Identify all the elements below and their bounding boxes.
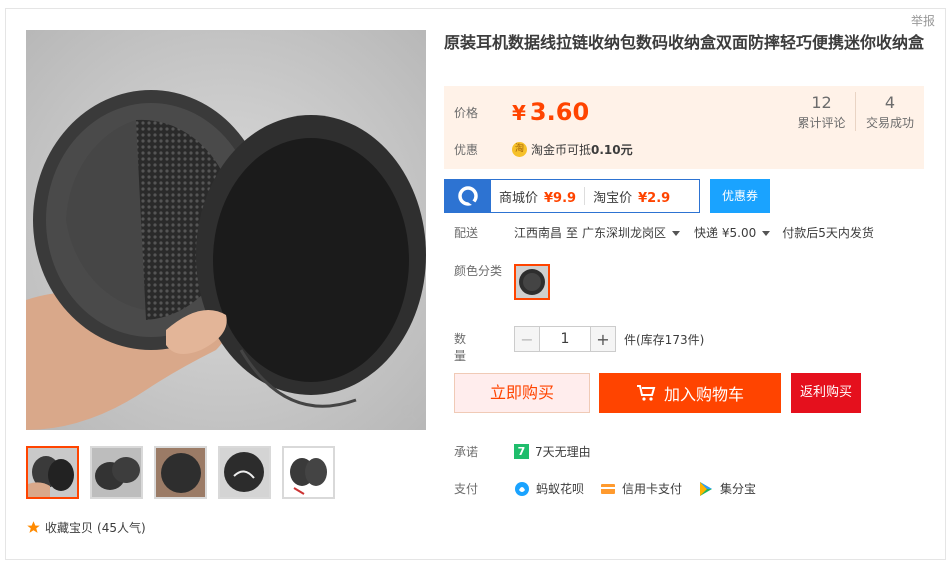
rebate-buy-button[interactable]: 返利购买 (791, 373, 861, 413)
shipping-label: 配送 (454, 226, 479, 240)
thumbnail-image (156, 448, 205, 497)
price-compare-box: 商城价 ¥9.9 淘宝价 ¥2.9 (444, 179, 700, 213)
cart-icon (636, 385, 656, 401)
reviews-label: 累计评论 (797, 116, 846, 130)
product-title: 原装耳机数据线拉链收纳包数码收纳盒双面防摔轻巧便携迷你收纳盒 (444, 33, 925, 52)
deals-stat: 4 交易成功 (856, 92, 924, 131)
reviews-stat[interactable]: 12 累计评论 (788, 92, 856, 131)
price-panel: 价格 ¥3.60 12 累计评论 4 交易成功 优惠 淘 淘金币可抵0.10元 (444, 86, 924, 169)
jifenbao-icon (700, 481, 713, 496)
main-product-image[interactable] (26, 30, 426, 430)
payment-method-label: 集分宝 (720, 482, 757, 496)
price-amount: 3.60 (529, 98, 590, 126)
deals-label: 交易成功 (865, 116, 914, 130)
thumbnail-strip (26, 446, 335, 499)
buy-now-button[interactable]: 立即购买 (454, 373, 590, 413)
promise-label: 承诺 (454, 445, 479, 459)
taobao-price-label: 淘宝价 (593, 190, 633, 206)
dispatch-info: 付款后5天内发货 (782, 226, 874, 240)
ship-destination: 广东深圳龙岗区 (582, 226, 667, 240)
add-to-cart-label: 加入购物车 (663, 385, 744, 404)
favorite-link[interactable]: 收藏宝贝 (45人气) (26, 519, 146, 536)
payment-method-label: 蚂蚁花呗 (536, 482, 585, 496)
promo-label: 优惠 (454, 143, 479, 157)
express-select[interactable]: 快递 ¥5.00 (694, 224, 771, 241)
taojinbi-icon: 淘 (512, 142, 527, 157)
search-logo-icon (445, 180, 491, 212)
mall-price: 商城价 ¥9.9 (499, 187, 576, 206)
chevron-down-icon (762, 231, 771, 236)
decrease-button[interactable]: − (514, 326, 540, 352)
mall-price-label: 商城价 (499, 190, 539, 206)
promo-text-prefix: 淘金币可抵 (531, 143, 592, 157)
thumbnail-image (284, 448, 333, 497)
thumbnail-4[interactable] (218, 446, 271, 499)
report-link[interactable]: 举报 (904, 12, 935, 29)
express-label: 快递 (694, 226, 719, 240)
color-label: 颜色分类 (454, 264, 503, 278)
thumbnail-image (220, 448, 269, 497)
payment-huabei[interactable]: 蚂蚁花呗 (514, 480, 584, 497)
favorite-popularity: (45人气) (97, 521, 146, 535)
price-row: 价格 ¥3.60 (454, 98, 589, 126)
promise-text[interactable]: 7天无理由 (535, 443, 591, 460)
add-to-cart-button[interactable]: 加入购物车 (599, 373, 781, 413)
increase-button[interactable]: + (590, 326, 616, 352)
thumbnail-1[interactable] (26, 446, 79, 499)
taobao-price: 淘宝价 ¥2.9 (593, 187, 670, 206)
thumbnail-3[interactable] (154, 446, 207, 499)
thumbnail-2[interactable] (90, 446, 143, 499)
payment-jifenbao[interactable]: 集分宝 (698, 480, 756, 497)
promo-row: 优惠 淘 淘金币可抵0.10元 (454, 141, 633, 158)
ship-to-word: 至 (566, 226, 579, 240)
color-swatch[interactable] (514, 264, 550, 300)
promise-row: 承诺 7 7天无理由 (454, 443, 591, 460)
coupon-button[interactable]: 优惠券 (710, 179, 770, 213)
payment-row: 支付 蚂蚁花呗 信用卡支付 集分宝 (454, 480, 772, 497)
huabei-icon (515, 481, 529, 496)
shipping-row: 配送 江西南昌 至 广东深圳龙岗区 快递 ¥5.00 付款后5天内发货 (454, 224, 874, 241)
quantity-input[interactable]: 1 (540, 326, 590, 352)
promo-text: 淘金币可抵0.10元 (531, 141, 633, 158)
reviews-count: 12 (811, 93, 832, 112)
quantity-label: 数量 (454, 332, 467, 363)
chevron-down-icon (672, 231, 681, 236)
deals-count: 4 (884, 93, 896, 112)
ship-from: 江西南昌 (514, 226, 563, 240)
thumbnail-5[interactable] (282, 446, 335, 499)
ship-destination-select[interactable]: 广东深圳龙岗区 (582, 224, 681, 241)
payment-credit-card[interactable]: 信用卡支付 (600, 480, 682, 497)
taobao-price-value: ¥2.9 (638, 190, 671, 206)
swatch-image (516, 266, 548, 298)
favorite-label: 收藏宝贝 (45, 521, 94, 535)
quantity-stepper: − 1 + (514, 326, 616, 352)
credit-card-icon (601, 483, 616, 494)
mall-price-value: ¥9.9 (544, 190, 577, 206)
star-icon (27, 521, 40, 533)
price-value: ¥3.60 (512, 98, 589, 126)
currency-symbol: ¥ (512, 101, 526, 125)
stock-info: 件(库存173件) (624, 333, 705, 347)
price-label: 价格 (454, 105, 479, 120)
divider (584, 187, 586, 205)
express-fee: ¥5.00 (721, 226, 757, 240)
payment-label: 支付 (454, 482, 479, 496)
seven-day-icon: 7 (514, 444, 529, 459)
thumbnail-image (92, 448, 141, 497)
promo-amount: 0.10元 (591, 143, 633, 157)
payment-method-label: 信用卡支付 (622, 482, 683, 496)
earphone-case-image (26, 30, 426, 430)
thumbnail-image (28, 448, 77, 497)
zoom-icon[interactable] (400, 404, 418, 422)
